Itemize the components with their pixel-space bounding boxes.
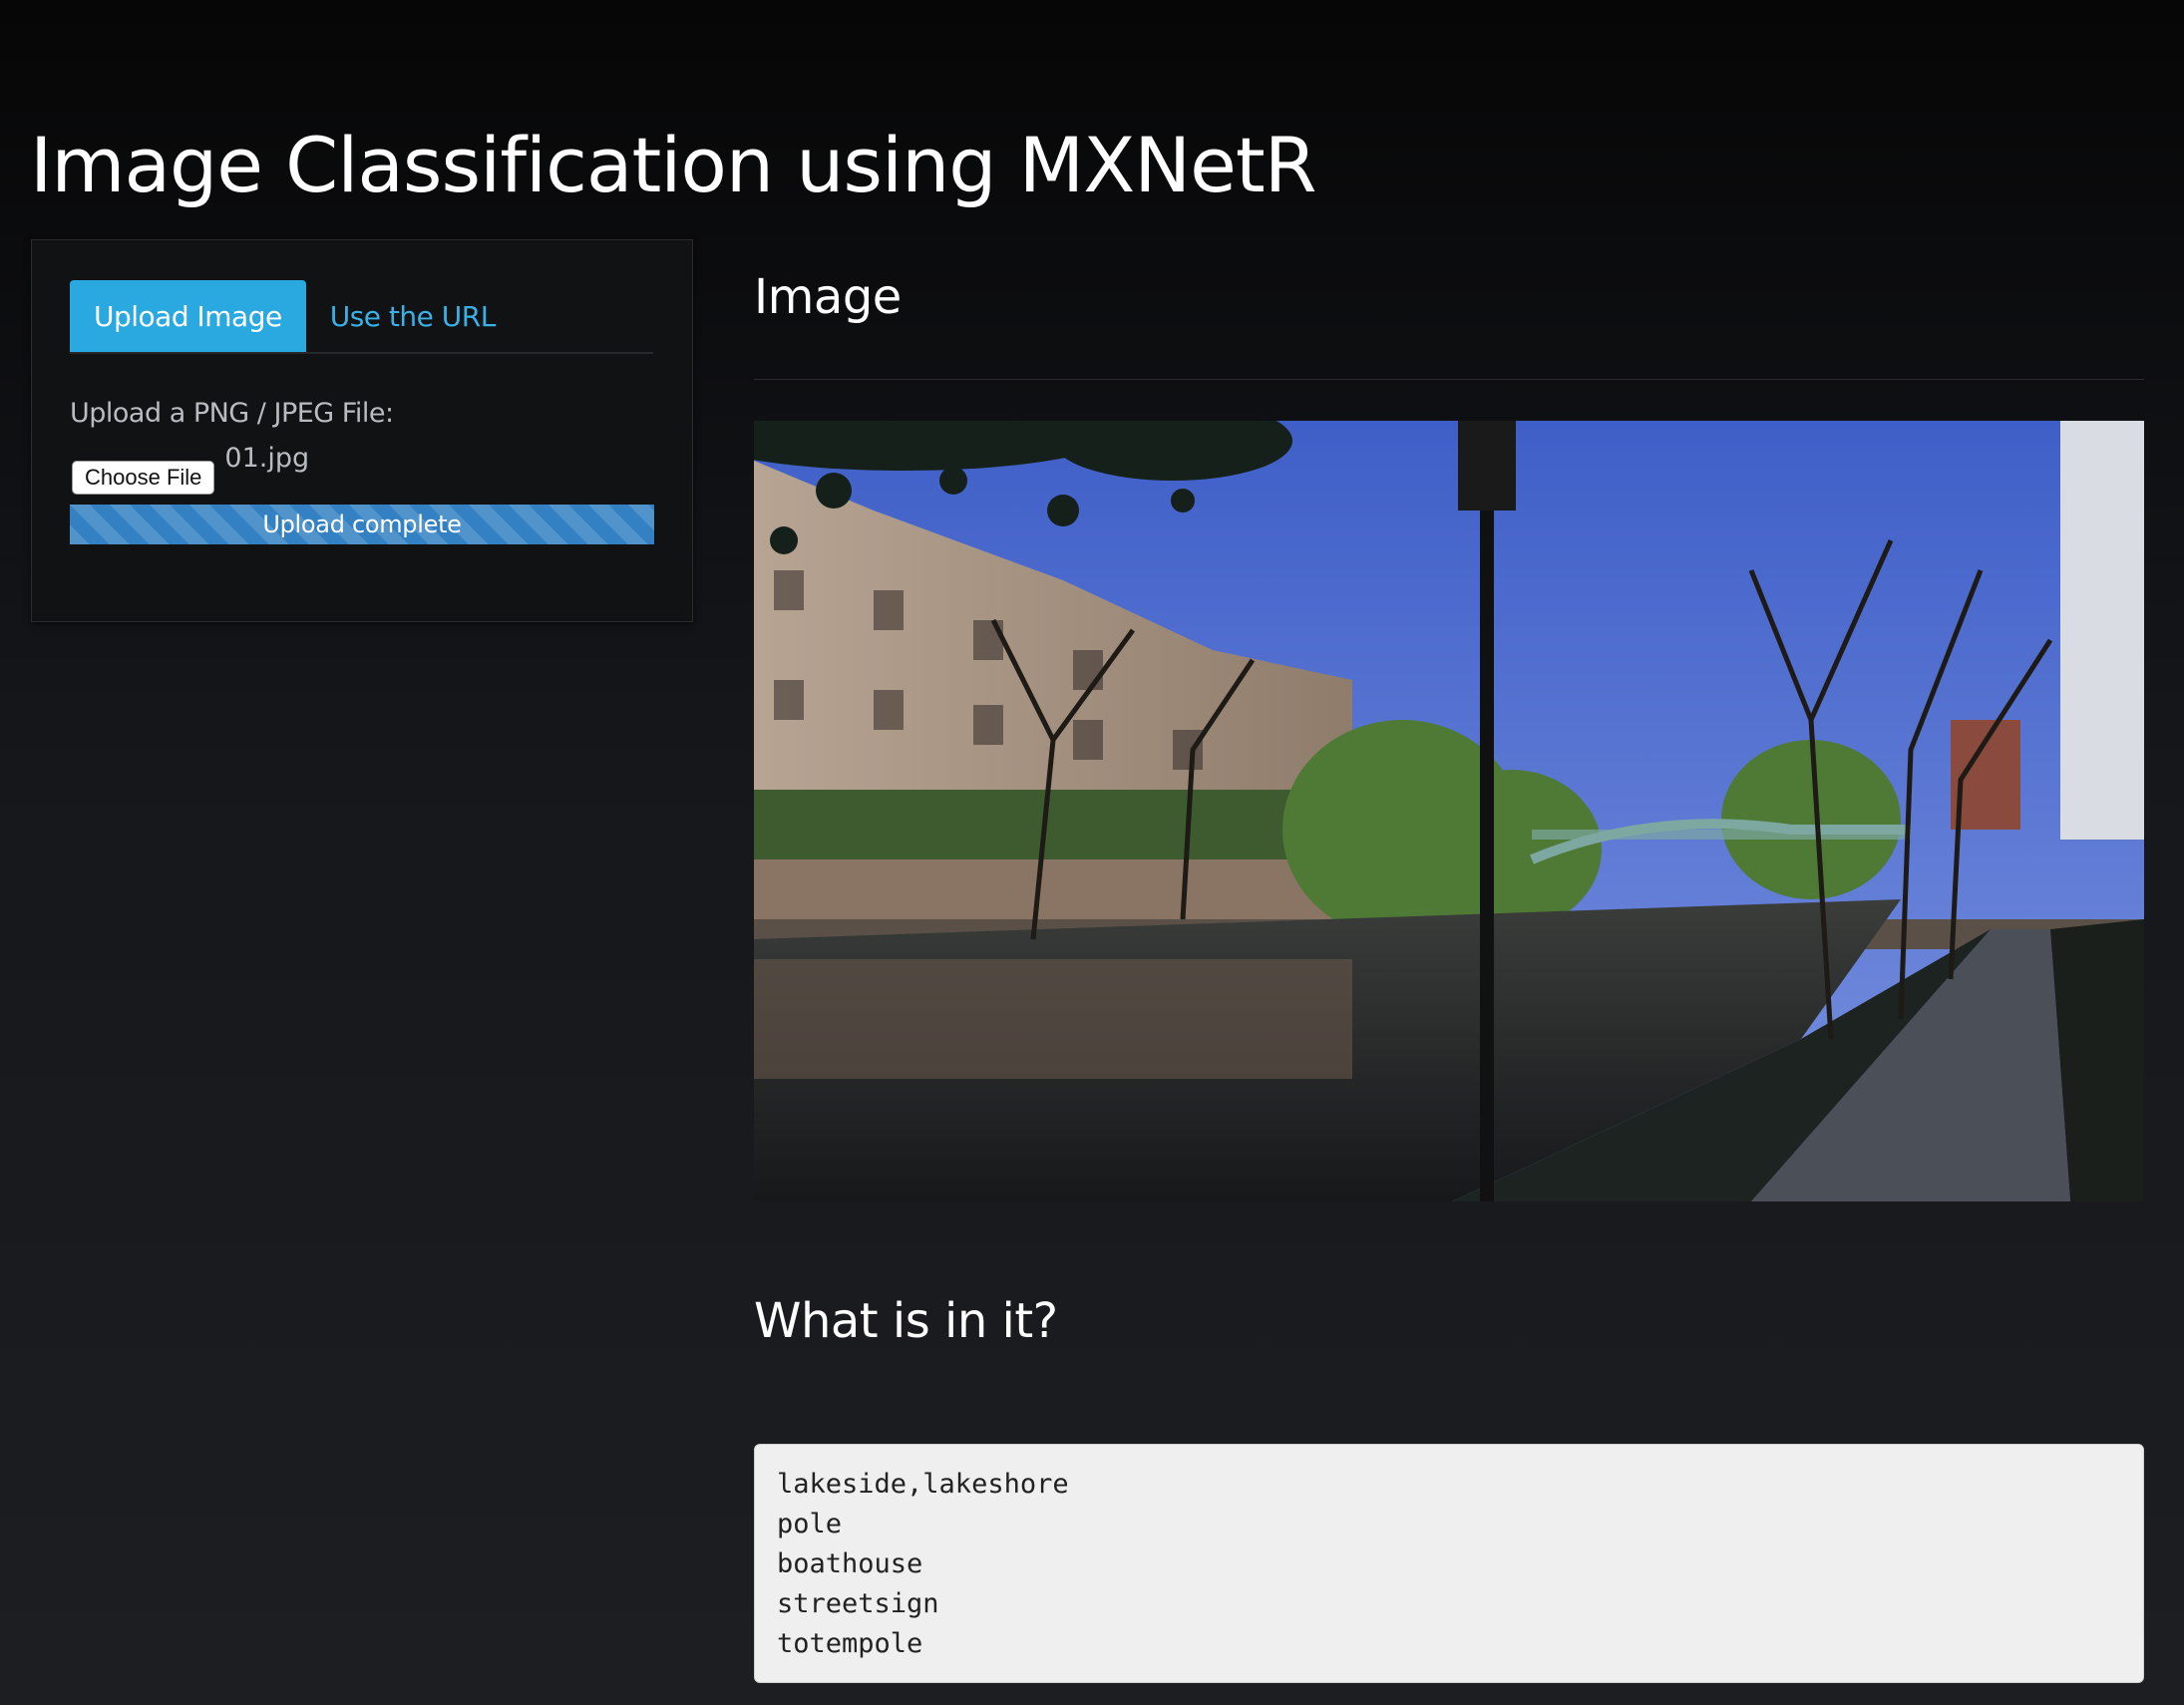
tab-bar: Upload Image Use the URL [70,280,653,354]
upload-progress-bar: Upload complete [70,505,654,544]
image-heading: Image [754,269,902,325]
progress-label: Upload complete [262,511,462,538]
uploaded-image [754,421,2144,1201]
tab-upload-image[interactable]: Upload Image [70,280,306,352]
results-heading: What is in it? [754,1293,1058,1349]
file-input-row: Choose File 01.jpg [72,443,310,495]
predictions-output: lakeside,lakeshore pole boathouse street… [754,1444,2144,1683]
prediction-line: boathouse [777,1548,923,1579]
prediction-line: streetsign [777,1588,939,1619]
upload-label: Upload a PNG / JPEG File: [70,398,394,429]
sidebar-panel: Upload Image Use the URL Upload a PNG / … [31,239,693,622]
prediction-line: pole [777,1509,843,1539]
heading-divider [754,379,2144,380]
choose-file-button[interactable]: Choose File [72,461,215,495]
selected-file-name: 01.jpg [224,443,310,474]
page-title: Image Classification using MXNetR [30,121,1317,209]
prediction-line: lakeside,lakeshore [777,1469,1069,1500]
tab-use-the-url[interactable]: Use the URL [306,280,520,352]
prediction-line: totempole [777,1628,923,1659]
